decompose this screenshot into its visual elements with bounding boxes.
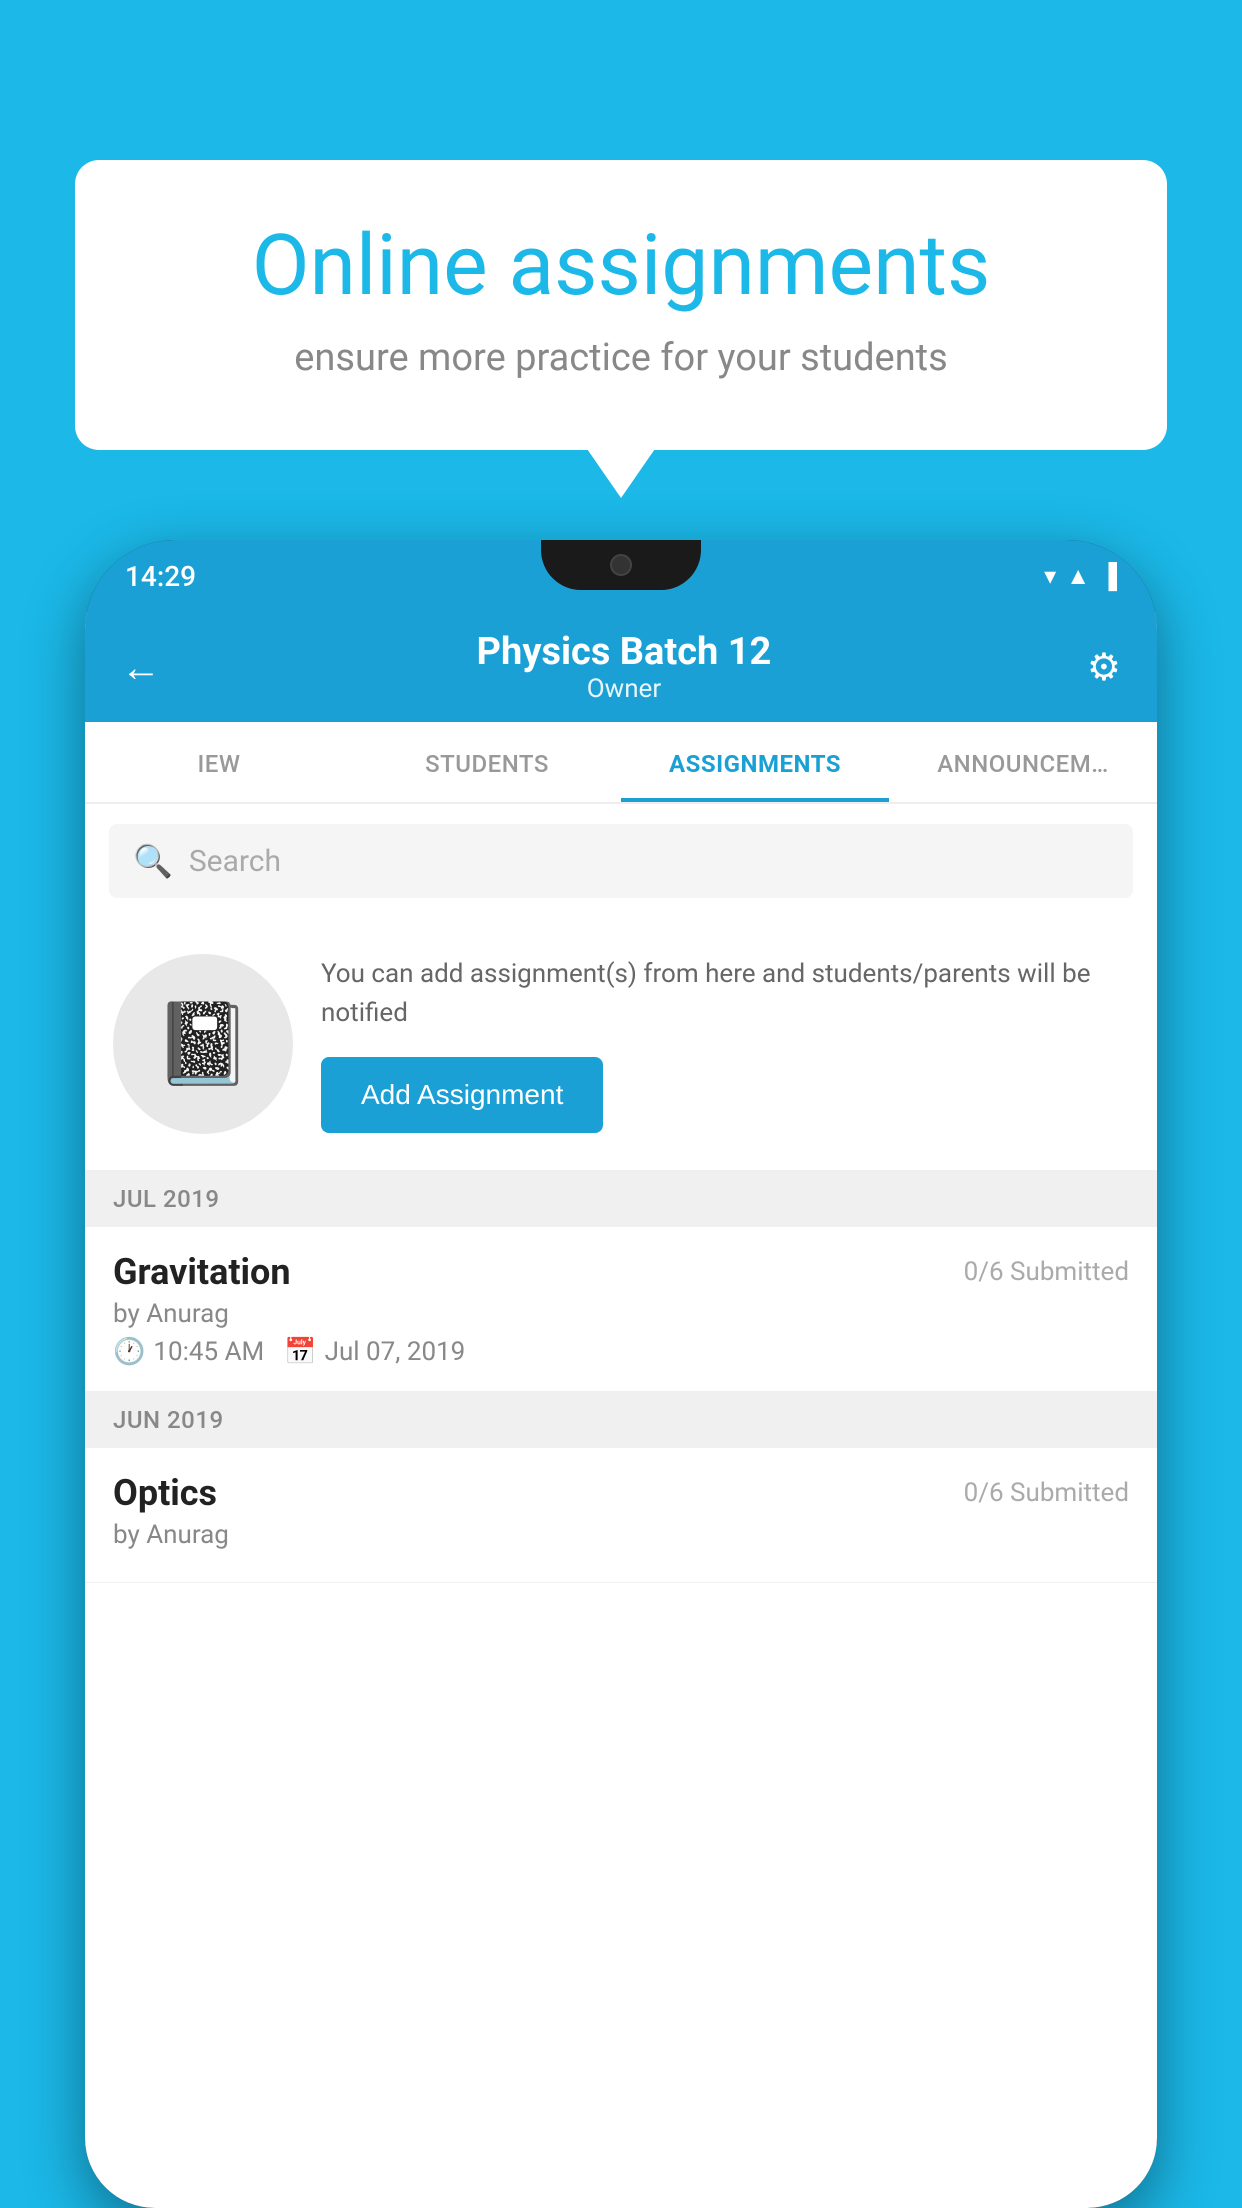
- speech-bubble: Online assignments ensure more practice …: [75, 160, 1167, 450]
- search-placeholder: Search: [189, 844, 281, 879]
- section-header-jul: JUL 2019: [85, 1171, 1157, 1227]
- assignment-info: You can add assignment(s) from here and …: [321, 955, 1129, 1133]
- signal-icon: ▲: [1066, 562, 1090, 591]
- tab-students[interactable]: STUDENTS: [353, 722, 621, 802]
- assignment-submitted-optics: 0/6 Submitted: [964, 1478, 1129, 1508]
- assignment-name-gravitation: Gravitation: [113, 1251, 291, 1293]
- tab-announcements[interactable]: ANNOUNCEM…: [889, 722, 1157, 802]
- assignment-item-header-optics: Optics 0/6 Submitted: [113, 1472, 1129, 1514]
- status-time: 14:29: [125, 560, 196, 593]
- speech-bubble-container: Online assignments ensure more practice …: [75, 160, 1167, 450]
- meta-time-gravitation: 🕐 10:45 AM: [113, 1337, 264, 1367]
- assignment-by-optics: by Anurag: [113, 1520, 1129, 1550]
- tabs-container: IEW STUDENTS ASSIGNMENTS ANNOUNCEM…: [85, 722, 1157, 804]
- search-bar[interactable]: 🔍 Search: [109, 824, 1133, 898]
- assignment-meta-gravitation: 🕐 10:45 AM 📅 Jul 07, 2019: [113, 1337, 1129, 1367]
- settings-icon[interactable]: ⚙: [1087, 645, 1121, 690]
- assignment-description: You can add assignment(s) from here and …: [321, 955, 1129, 1033]
- assignment-by-gravitation: by Anurag: [113, 1299, 1129, 1329]
- battery-icon: ▐: [1100, 562, 1117, 591]
- bubble-title: Online assignments: [145, 220, 1097, 312]
- back-button[interactable]: ←: [121, 644, 161, 691]
- phone-inner: ← Physics Batch 12 Owner ⚙ IEW STUDENTS …: [85, 612, 1157, 2208]
- assignment-submitted-gravitation: 0/6 Submitted: [964, 1257, 1129, 1287]
- notebook-icon: 📓: [153, 997, 253, 1091]
- assignment-date-gravitation: Jul 07, 2019: [325, 1337, 466, 1367]
- assignment-time-gravitation: 10:45 AM: [153, 1337, 264, 1367]
- meta-date-gravitation: 📅 Jul 07, 2019: [284, 1337, 465, 1367]
- add-assignment-section: 📓 You can add assignment(s) from here an…: [85, 918, 1157, 1171]
- search-icon: 🔍: [133, 842, 173, 880]
- calendar-icon: 📅: [284, 1337, 316, 1367]
- assignment-icon-circle: 📓: [113, 954, 293, 1134]
- assignment-name-optics: Optics: [113, 1472, 217, 1514]
- bubble-subtitle: ensure more practice for your students: [145, 336, 1097, 380]
- header-center: Physics Batch 12 Owner: [477, 630, 772, 704]
- app-header: ← Physics Batch 12 Owner ⚙: [85, 612, 1157, 722]
- search-container: 🔍 Search: [85, 804, 1157, 918]
- section-header-jun: JUN 2019: [85, 1392, 1157, 1448]
- wifi-icon: ▾: [1044, 562, 1056, 590]
- camera: [610, 554, 632, 576]
- status-icons: ▾ ▲ ▐: [1044, 562, 1117, 591]
- assignment-item-gravitation[interactable]: Gravitation 0/6 Submitted by Anurag 🕐 10…: [85, 1227, 1157, 1392]
- assignment-item-header: Gravitation 0/6 Submitted: [113, 1251, 1129, 1293]
- status-bar: 14:29 ▾ ▲ ▐: [85, 540, 1157, 612]
- tab-assignments[interactable]: ASSIGNMENTS: [621, 722, 889, 802]
- assignment-item-optics[interactable]: Optics 0/6 Submitted by Anurag: [85, 1448, 1157, 1583]
- add-assignment-button[interactable]: Add Assignment: [321, 1057, 603, 1133]
- clock-icon: 🕐: [113, 1337, 145, 1367]
- notch: [541, 540, 701, 590]
- header-title: Physics Batch 12: [477, 630, 772, 674]
- header-subtitle: Owner: [477, 674, 772, 704]
- phone-frame: 14:29 ▾ ▲ ▐ ← Physics Batch 12 Owner ⚙ I…: [85, 540, 1157, 2208]
- tab-iew[interactable]: IEW: [85, 722, 353, 802]
